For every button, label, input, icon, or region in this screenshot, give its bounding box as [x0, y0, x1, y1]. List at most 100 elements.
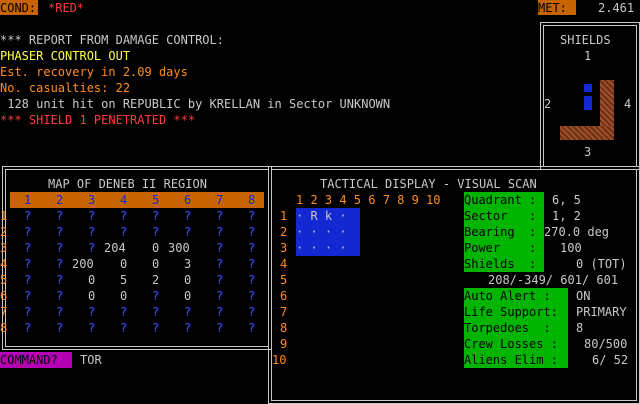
map-cell: ? [152, 209, 160, 223]
auto-alert-label: Auto Alert : [464, 288, 568, 304]
command-label: COMMAND? [0, 352, 72, 368]
tactical-row-number: 9 [280, 337, 288, 351]
bearing-value: 270.0 deg [544, 225, 610, 239]
shield-3-number: 3 [584, 145, 592, 159]
map-cell: ? [184, 321, 192, 335]
map-cell: ? [248, 257, 256, 271]
map-cell: ? [24, 289, 32, 303]
map-title: MAP OF DENEB II REGION [48, 177, 207, 191]
map-cell: 0 [152, 241, 160, 255]
map-cell: ? [248, 273, 256, 287]
report-line-1: *** REPORT FROM DAMAGE CONTROL: [0, 33, 224, 47]
torpedoes-value: 8 [576, 321, 584, 335]
map-cell: ? [88, 241, 96, 255]
sector-label: Sector : [464, 208, 544, 224]
map-col-header-bar [10, 192, 264, 208]
map-row-number: 2 [0, 225, 8, 239]
map-col-4: 4 [120, 193, 128, 207]
shields-status-value: 0 (TOT) [576, 257, 627, 271]
tactical-row-number: 5 [280, 273, 288, 287]
shield-1-number: 1 [584, 49, 592, 63]
map-cell: ? [56, 321, 64, 335]
map-cell: ? [88, 225, 96, 239]
map-cell: 5 [120, 273, 128, 287]
map-cell: ? [216, 225, 224, 239]
map-cell: ? [216, 273, 224, 287]
map-cell: ? [248, 241, 256, 255]
map-cell: ? [24, 241, 32, 255]
tactical-row-number: 8 [280, 321, 288, 335]
map-cell: ? [216, 289, 224, 303]
map-row-number: 7 [0, 305, 8, 319]
map-cell: 300 [168, 241, 190, 255]
map-cell: 2 [152, 273, 160, 287]
crew-losses-value: 80/500 [584, 337, 628, 351]
map-cell: ? [248, 305, 256, 319]
tactical-row-number: 6 [280, 289, 288, 303]
map-cell: ? [120, 321, 128, 335]
map-cell: ? [24, 321, 32, 335]
map-cell: ? [248, 321, 256, 335]
shield-4-number: 4 [624, 97, 632, 111]
map-col-6: 6 [184, 193, 192, 207]
map-row-number: 5 [0, 273, 8, 287]
map-cell: ? [56, 209, 64, 223]
map-cell: ? [24, 257, 32, 271]
map-cell: 0 [184, 289, 192, 303]
map-cell: ? [88, 305, 96, 319]
map-cell: ? [56, 289, 64, 303]
life-support-value: PRIMARY [576, 305, 627, 319]
report-line-3: Est. recovery in 2.09 days [0, 65, 188, 79]
map-cell: ? [248, 289, 256, 303]
map-row-number: 4 [0, 257, 8, 271]
met-label: MET: [538, 0, 576, 15]
scan-row-1: · R k · [296, 209, 347, 223]
map-cell: ? [120, 209, 128, 223]
map-cell: ? [24, 273, 32, 287]
map-row-number: 1 [0, 209, 8, 223]
map-cell: ? [152, 305, 160, 319]
bearing-label: Bearing : [464, 224, 544, 240]
shield-3-bar [560, 126, 614, 140]
command-input[interactable]: TOR [80, 352, 102, 368]
report-line-4: No. casualties: 22 [0, 81, 131, 95]
map-cell: ? [88, 209, 96, 223]
map-cell: ? [248, 209, 256, 223]
map-cell: ? [216, 305, 224, 319]
cond-value: *RED* [48, 1, 85, 15]
map-cell: ? [56, 273, 64, 287]
quadrant-label: Quadrant : [464, 192, 544, 208]
report-line-6: *** SHIELD 1 PENETRATED *** [0, 113, 196, 127]
map-cell: ? [24, 209, 32, 223]
map-col-3: 3 [88, 193, 96, 207]
map-cell: ? [56, 257, 64, 271]
map-row-number: 8 [0, 321, 8, 335]
map-cell: ? [56, 241, 64, 255]
map-cell: ? [120, 305, 128, 319]
map-col-1: 1 [24, 193, 32, 207]
report-line-5: 128 unit hit on REPUBLIC by KRELLAN in S… [0, 97, 391, 111]
map-cell: 0 [88, 289, 96, 303]
map-cell: 204 [104, 241, 126, 255]
map-cell: ? [184, 225, 192, 239]
map-row-number: 6 [0, 289, 8, 303]
shield-strengths: 208/-349/ 601/ 601 [488, 273, 619, 287]
map-cell: ? [88, 321, 96, 335]
map-cell: ? [248, 225, 256, 239]
map-col-7: 7 [216, 193, 224, 207]
tactical-row-number: 7 [280, 305, 288, 319]
shields-status-label: Shields : [464, 256, 544, 272]
map-cell: ? [24, 225, 32, 239]
map-cell: 3 [184, 257, 192, 271]
tactical-row-number: 4 [280, 257, 288, 271]
map-cell: 0 [120, 257, 128, 271]
sector-value: 1, 2 [552, 209, 581, 223]
map-col-5: 5 [152, 193, 160, 207]
map-cell: ? [216, 209, 224, 223]
map-cell: ? [216, 321, 224, 335]
tactical-col-header: 1 2 3 4 5 6 7 8 9 10 [296, 193, 441, 207]
quadrant-value: 6, 5 [552, 193, 581, 207]
map-cell: 200 [72, 257, 94, 271]
crew-losses-label: Crew Losses : [464, 336, 568, 352]
map-cell: ? [56, 305, 64, 319]
